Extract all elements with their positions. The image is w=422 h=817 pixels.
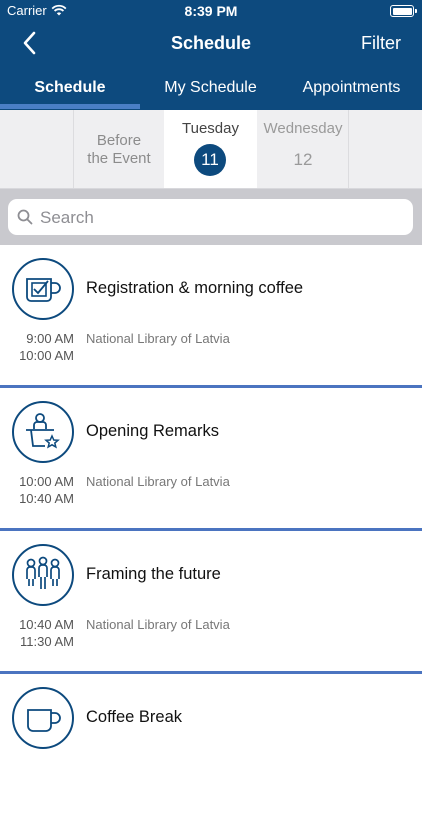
back-chevron-icon[interactable] xyxy=(20,30,40,56)
session-icon-circle xyxy=(12,687,74,749)
status-bar: Carrier 8:39 PM xyxy=(0,0,422,22)
session-title: Registration & morning coffee xyxy=(86,279,304,297)
session-title: Framing the future xyxy=(86,565,221,583)
day-before-label-line1: Before xyxy=(96,132,142,149)
session-start-time: 10:40 AM xyxy=(19,617,74,632)
speaker-podium-icon xyxy=(26,413,60,449)
session-item[interactable]: Registration & morning coffee 9:00 AM 10… xyxy=(0,245,422,388)
session-item[interactable]: Framing the future 10:40 AM 11:30 AM Nat… xyxy=(0,531,422,674)
tab-appointments[interactable]: Appointments xyxy=(281,66,422,110)
session-item[interactable]: Coffee Break xyxy=(0,674,422,817)
day-wednesday[interactable]: Wednesday 12 xyxy=(258,110,349,188)
session-icon-circle xyxy=(12,544,74,606)
coffee-cup-icon xyxy=(27,709,61,732)
day-tuesday-name: Tuesday xyxy=(182,120,239,137)
session-end-time: 10:00 AM xyxy=(19,348,74,363)
session-location: National Library of Latvia xyxy=(86,617,230,632)
session-icon-circle xyxy=(12,258,74,320)
people-group-icon xyxy=(26,556,60,589)
tab-my-schedule[interactable]: My Schedule xyxy=(140,66,281,110)
day-spacer xyxy=(0,110,74,188)
session-title: Coffee Break xyxy=(86,708,183,726)
day-tuesday-number: 11 xyxy=(194,144,226,176)
session-location: National Library of Latvia xyxy=(86,474,230,489)
day-wednesday-number: 12 xyxy=(293,150,313,169)
session-end-time: 10:40 AM xyxy=(19,491,74,506)
session-item[interactable]: Opening Remarks 10:00 AM 10:40 AM Nation… xyxy=(0,388,422,531)
day-tuesday[interactable]: Tuesday 11 xyxy=(164,110,257,188)
session-icon-circle xyxy=(12,401,74,463)
page-title: Schedule xyxy=(170,33,252,53)
coffee-checkbox-icon xyxy=(26,278,61,302)
session-start-time: 10:00 AM xyxy=(19,474,74,489)
navigation-bar: Schedule Filter xyxy=(0,22,422,64)
session-end-time: 11:30 AM xyxy=(20,634,74,649)
day-wednesday-name: Wednesday xyxy=(263,120,343,137)
battery-icon xyxy=(390,5,417,17)
filter-button[interactable]: Filter xyxy=(361,33,401,54)
session-start-time: 9:00 AM xyxy=(26,331,74,346)
active-tab-indicator xyxy=(0,104,140,109)
search-input[interactable] xyxy=(38,203,402,233)
search-bar xyxy=(0,189,422,245)
day-selector: Before the Event Tuesday 11 Wednesday 12 xyxy=(0,110,422,189)
search-field-container[interactable] xyxy=(8,199,413,235)
search-icon xyxy=(17,209,33,225)
clock: 8:39 PM xyxy=(184,3,238,19)
day-before-label-line2: the Event xyxy=(87,150,151,167)
day-before-event[interactable]: Before the Event xyxy=(74,110,165,188)
session-title: Opening Remarks xyxy=(86,422,219,440)
session-location: National Library of Latvia xyxy=(86,331,230,346)
app-header: Carrier 8:39 PM Schedule Filter Schedule… xyxy=(0,0,422,110)
session-list: Registration & morning coffee 9:00 AM 10… xyxy=(0,245,422,817)
